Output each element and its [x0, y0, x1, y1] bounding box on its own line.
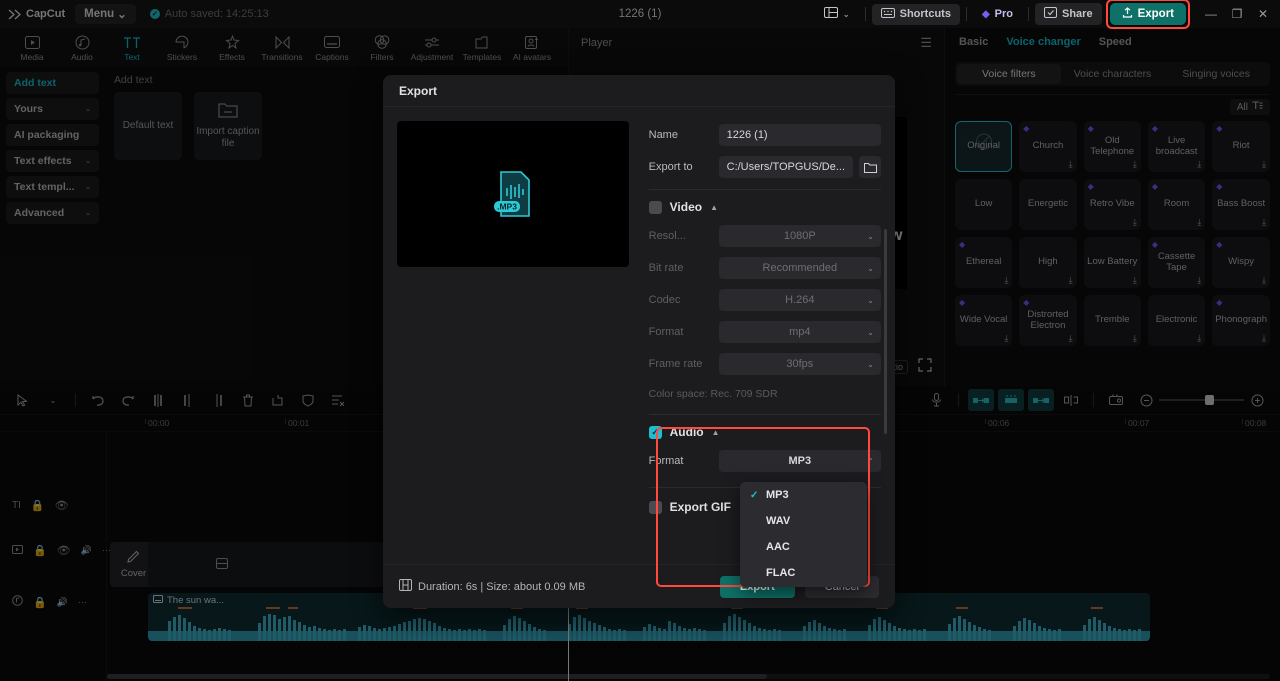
video-format-label: Format — [648, 326, 684, 338]
duration-text: Duration: 6s | Size: about 0.09 MB — [418, 580, 586, 593]
maximize-button[interactable]: ❐ — [1224, 1, 1250, 27]
export-to-label: Export to — [648, 161, 693, 173]
name-row: Name 1226 (1) — [649, 121, 881, 149]
audio-format-value: MP3 — [788, 455, 812, 467]
export-preview: .MP3 — [397, 121, 629, 267]
framerate-select[interactable]: 30fps ⌄ — [718, 353, 881, 375]
codec-row: Codec H.264 ⌄ — [649, 286, 881, 314]
chevron-down-icon: ⌄ — [867, 231, 874, 241]
gem-icon: ◆ — [981, 8, 990, 20]
bitrate-row: Bit rate Recommended ⌄ — [649, 254, 881, 282]
resolution-row: Resol... 1080P ⌄ — [649, 222, 881, 250]
codec-value: H.264 — [785, 294, 815, 306]
video-format-select[interactable]: mp4 ⌄ — [718, 321, 881, 343]
dropdown-option-mp3[interactable]: ✓ MP3 — [740, 482, 867, 508]
framerate-label: Frame rate — [648, 358, 703, 370]
codec-select[interactable]: H.264 ⌄ — [718, 289, 881, 311]
shortcuts-label: Shortcuts — [899, 8, 951, 20]
chevron-down-icon: ⌄ — [842, 9, 850, 19]
layout-button[interactable]: ⌄ — [815, 3, 859, 25]
export-to-row: Export to C:/Users/TOPGUS/De... — [649, 153, 881, 181]
framerate-row: Frame rate 30fps ⌄ — [649, 350, 881, 378]
divider — [965, 7, 967, 21]
option-label: MP3 — [766, 489, 789, 501]
video-checkbox[interactable] — [648, 200, 662, 214]
codec-label: Codec — [648, 294, 681, 306]
svg-text:.MP3: .MP3 — [497, 202, 517, 212]
export-button-highlight-wrap: Export — [1105, 0, 1190, 29]
name-input[interactable]: 1226 (1) — [718, 124, 881, 146]
chevron-up-icon: ▲ — [710, 202, 719, 212]
divider — [1028, 7, 1029, 21]
keyboard-icon — [880, 7, 895, 21]
window-controls: — ❐ ✕ — [1198, 1, 1276, 27]
layout-icon — [823, 7, 838, 21]
bitrate-value: Recommended — [762, 262, 838, 274]
audio-format-row: Format MP3 ⌃ — [649, 447, 881, 475]
dropdown-option-wav[interactable]: WAV — [740, 508, 867, 534]
resolution-label: Resol... — [648, 230, 686, 242]
option-label: AAC — [766, 541, 790, 553]
divider — [648, 414, 881, 415]
color-space-label: Color space: Rec. 709 SDR — [648, 388, 778, 400]
share-label: Share — [1062, 8, 1093, 20]
folder-icon[interactable] — [859, 156, 881, 178]
audio-checkbox[interactable]: ✓ — [648, 425, 662, 439]
video-section-header[interactable]: Video ▲ — [648, 200, 881, 214]
shortcuts-button[interactable]: Shortcuts — [871, 3, 960, 25]
export-button[interactable]: Export — [1109, 3, 1186, 25]
capcut-window: CapCut Menu ⌄ ✓ Auto saved: 14:25:13 122… — [0, 0, 1280, 681]
dropdown-option-flac[interactable]: FLAC — [740, 560, 867, 586]
option-label: FLAC — [766, 567, 796, 579]
share-icon — [1044, 7, 1057, 21]
dialog-title: Export — [383, 75, 895, 107]
title-bar-actions: ⌄ Shortcuts ◆ Pro Share Export — ❐ ✕ — [815, 0, 1280, 29]
pro-label: Pro — [994, 8, 1013, 20]
name-label: Name — [648, 129, 678, 141]
close-button[interactable]: ✕ — [1250, 1, 1276, 27]
chevron-down-icon: ⌄ — [867, 295, 874, 305]
framerate-value: 30fps — [786, 358, 814, 370]
option-label: WAV — [766, 515, 791, 527]
pro-button[interactable]: ◆ Pro — [973, 4, 1022, 24]
resolution-select[interactable]: 1080P ⌄ — [718, 225, 881, 247]
chevron-up-icon: ▲ — [711, 427, 720, 437]
film-icon — [399, 579, 412, 594]
audio-section-header[interactable]: ✓ Audio ▲ — [648, 425, 881, 439]
format-row: Format mp4 ⌄ — [649, 318, 881, 346]
audio-format-dropdown: ✓ MP3 WAV AAC FLAC — [740, 482, 867, 587]
audio-format-label: Format — [648, 455, 684, 467]
share-button[interactable]: Share — [1035, 3, 1102, 25]
export-gif-label: Export GIF — [669, 500, 731, 514]
divider — [864, 7, 866, 21]
chevron-up-icon: ⌃ — [867, 456, 874, 466]
bitrate-label: Bit rate — [648, 262, 684, 274]
divider — [648, 189, 881, 190]
duration-info: Duration: 6s | Size: about 0.09 MB — [399, 579, 585, 594]
export-to-input[interactable]: C:/Users/TOPGUS/De... — [718, 156, 853, 178]
upload-icon — [1122, 7, 1133, 21]
export-gif-checkbox[interactable] — [648, 500, 662, 514]
chevron-down-icon: ⌄ — [867, 263, 874, 273]
video-section-label: Video — [669, 200, 703, 214]
minimize-button[interactable]: — — [1198, 1, 1224, 27]
chevron-down-icon: ⌄ — [867, 327, 874, 337]
audio-format-select[interactable]: MP3 ⌃ — [718, 450, 881, 472]
bitrate-select[interactable]: Recommended ⌄ — [718, 257, 881, 279]
audio-section-label: Audio — [669, 425, 704, 439]
chevron-down-icon: ⌄ — [867, 359, 874, 369]
resolution-value: 1080P — [783, 230, 816, 242]
video-format-value: mp4 — [789, 326, 811, 338]
export-label: Export — [1137, 8, 1174, 20]
mp3-file-icon: .MP3 — [493, 170, 533, 218]
settings-scrollbar[interactable] — [884, 229, 887, 434]
dropdown-option-aac[interactable]: AAC — [740, 534, 867, 560]
check-icon: ✓ — [750, 489, 759, 501]
